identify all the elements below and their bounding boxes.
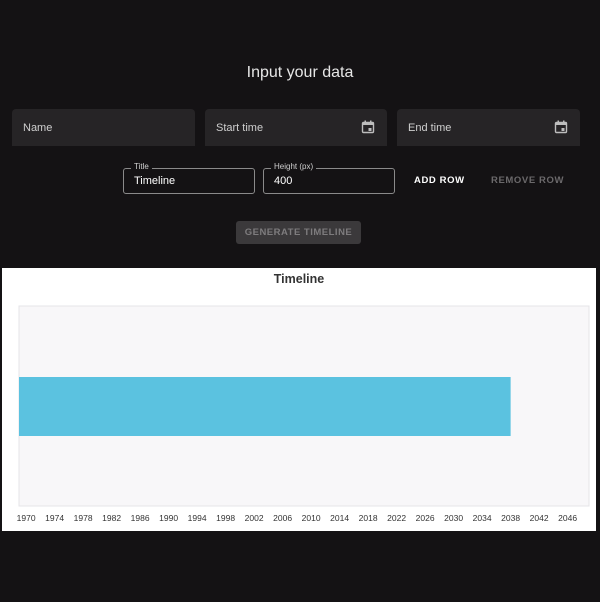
x-tick-label: 1970 — [17, 513, 36, 523]
generate-timeline-button[interactable]: GENERATE TIMELINE — [236, 221, 361, 244]
end-time-field[interactable]: End time — [397, 109, 580, 146]
add-row-button[interactable]: ADD ROW — [414, 173, 465, 189]
start-time-placeholder: Start time — [216, 121, 264, 134]
x-axis-ticks: 1970 1974 1978 1982 1986 1990 1994 1998 2002 2006… — [17, 513, 578, 523]
x-tick-label: 2006 — [273, 513, 292, 523]
x-tick-label: 2018 — [359, 513, 378, 523]
end-time-placeholder: End time — [408, 121, 452, 134]
x-tick-label: 2042 — [530, 513, 549, 523]
x-tick-label: 2010 — [302, 513, 321, 523]
x-tick-label: 1974 — [45, 513, 64, 523]
x-tick-label: 2038 — [501, 513, 520, 523]
x-tick-label: 1994 — [188, 513, 207, 523]
x-tick-label: 2002 — [245, 513, 264, 523]
x-tick-label: 1978 — [74, 513, 93, 523]
timeline-chart: Timeline 1970 1974 1978 1982 1986 1990 1994 199… — [2, 268, 596, 531]
height-input-label: Height (px) — [271, 162, 317, 172]
height-input[interactable]: Height (px) 400 — [263, 162, 395, 194]
height-input-value: 400 — [274, 175, 293, 187]
title-input[interactable]: Title Timeline — [123, 162, 255, 194]
x-tick-label: 1986 — [131, 513, 150, 523]
timeline-bar — [19, 377, 511, 436]
bars-group — [19, 377, 511, 436]
x-tick-label: 1982 — [102, 513, 121, 523]
chart-title: Timeline — [274, 272, 325, 286]
x-tick-label: 1998 — [216, 513, 235, 523]
x-tick-label: 2030 — [444, 513, 463, 523]
timeline-chart-svg: Timeline 1970 1974 1978 1982 1986 1990 1994 199… — [17, 272, 590, 523]
remove-row-button[interactable]: REMOVE ROW — [491, 173, 564, 189]
x-tick-label: 2026 — [416, 513, 435, 523]
x-tick-label: 2014 — [330, 513, 349, 523]
calendar-icon[interactable] — [554, 120, 568, 134]
title-input-value: Timeline — [134, 175, 176, 187]
form-heading: Input your data — [246, 64, 354, 81]
x-tick-label: 2034 — [473, 513, 492, 523]
x-tick-label: 2046 — [558, 513, 577, 523]
start-time-field[interactable]: Start time — [205, 109, 387, 146]
x-tick-label: 1990 — [159, 513, 178, 523]
calendar-icon[interactable] — [361, 120, 375, 134]
x-tick-label: 2022 — [387, 513, 406, 523]
name-placeholder: Name — [23, 121, 53, 134]
name-field[interactable]: Name — [12, 109, 195, 146]
title-input-label: Title — [131, 162, 152, 172]
